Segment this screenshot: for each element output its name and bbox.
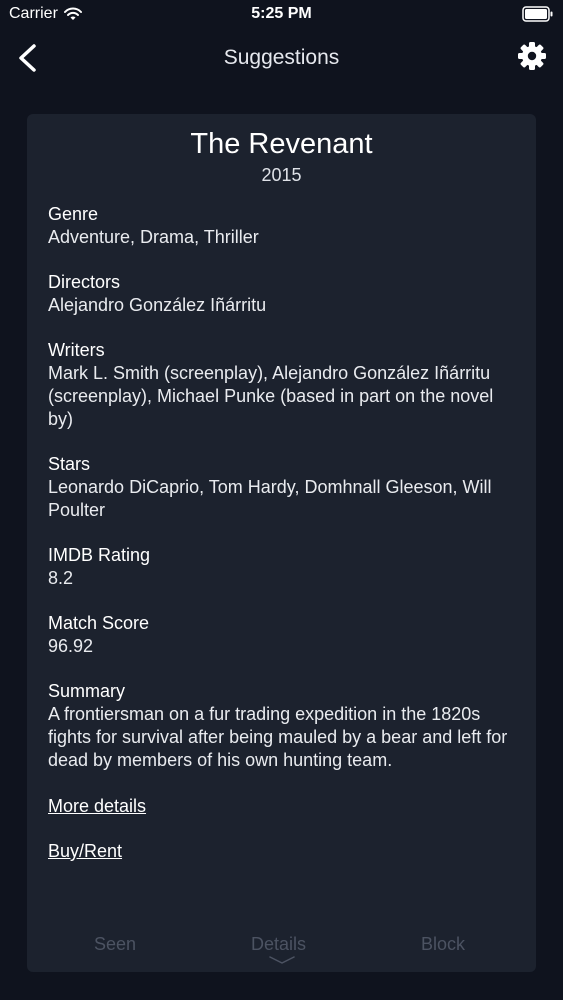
directors-field: Directors Alejandro González Iñárritu bbox=[48, 271, 518, 317]
field-label: IMDB Rating bbox=[48, 545, 151, 565]
navigation-bar: Suggestions bbox=[0, 30, 563, 86]
field-label: Stars bbox=[48, 454, 91, 474]
status-time: 5:25 PM bbox=[251, 5, 312, 22]
field-value: Leonardo DiCaprio, Tom Hardy, Domhnall G… bbox=[48, 477, 492, 520]
status-bar: Carrier 5:25 PM bbox=[0, 0, 563, 30]
genre-field: Genre Adventure, Drama, Thriller bbox=[48, 203, 518, 249]
field-value: Mark L. Smith (screenplay), Alejandro Go… bbox=[48, 363, 494, 429]
field-value: 96.92 bbox=[48, 636, 94, 656]
buy-rent-link[interactable]: Buy/Rent bbox=[48, 840, 122, 863]
field-value: Alejandro González Iñárritu bbox=[48, 295, 267, 315]
match-score-field: Match Score 96.92 bbox=[48, 612, 518, 658]
field-label: Directors bbox=[48, 272, 121, 292]
field-label: Match Score bbox=[48, 613, 150, 633]
tab-seen[interactable]: Seen bbox=[94, 934, 136, 955]
field-value: 8.2 bbox=[48, 568, 74, 588]
writers-field: Writers Mark L. Smith (screenplay), Alej… bbox=[48, 339, 518, 431]
chevron-down-icon[interactable] bbox=[269, 956, 295, 964]
stars-field: Stars Leonardo DiCaprio, Tom Hardy, Domh… bbox=[48, 453, 518, 522]
movie-year: 2015 bbox=[261, 165, 302, 185]
tab-block[interactable]: Block bbox=[421, 934, 465, 955]
field-label: Summary bbox=[48, 681, 126, 701]
field-value: Adventure, Drama, Thriller bbox=[48, 227, 259, 247]
movie-title: The Revenant bbox=[190, 128, 373, 160]
battery-icon bbox=[522, 6, 553, 22]
movie-card: The Revenant 2015 Genre Adventure, Drama… bbox=[27, 114, 536, 972]
tab-details[interactable]: Details bbox=[251, 934, 306, 955]
field-value: A frontiersman on a fur trading expediti… bbox=[48, 704, 508, 770]
field-label: Writers bbox=[48, 340, 105, 360]
bottom-tab-bar: Seen Details Block bbox=[27, 932, 536, 964]
more-details-link[interactable]: More details bbox=[48, 795, 146, 818]
movie-details: Genre Adventure, Drama, Thriller Directo… bbox=[48, 203, 518, 863]
page-title: Suggestions bbox=[223, 46, 340, 69]
gear-icon[interactable] bbox=[517, 41, 547, 71]
imdb-rating-field: IMDB Rating 8.2 bbox=[48, 544, 518, 590]
field-label: Genre bbox=[48, 204, 99, 224]
summary-field: Summary A frontiersman on a fur trading … bbox=[48, 680, 518, 772]
